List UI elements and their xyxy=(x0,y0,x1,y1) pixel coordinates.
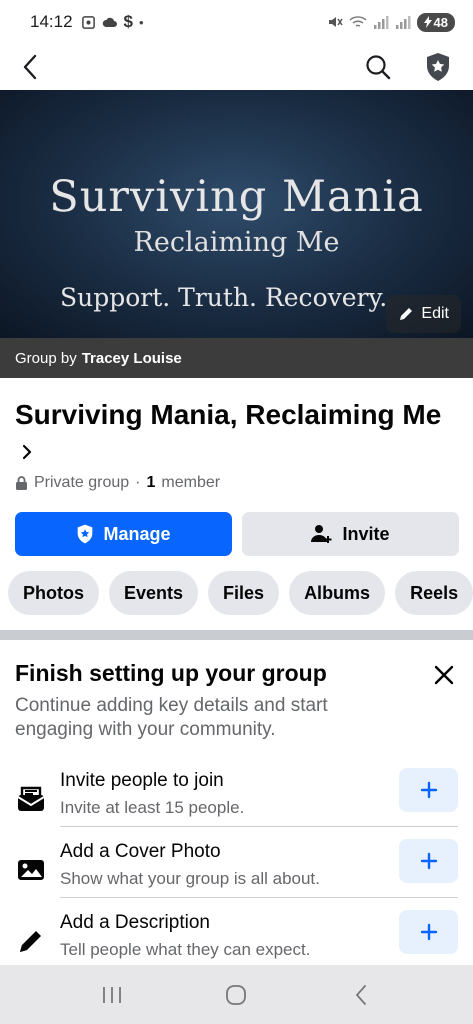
charging-icon xyxy=(423,16,432,28)
status-left: 14:12 $ • xyxy=(30,12,144,32)
battery-level: 48 xyxy=(433,14,448,30)
tab-reels[interactable]: Reels xyxy=(395,571,473,615)
status-right: 48 xyxy=(327,12,455,32)
group-by-bar: Group by Tracey Louise xyxy=(0,338,473,378)
task-add-cover-photo: Add a Cover Photo Show what your group i… xyxy=(0,839,473,905)
manage-button[interactable]: Manage xyxy=(15,512,232,556)
screenshot-icon xyxy=(81,15,95,29)
admin-tools-button[interactable] xyxy=(423,52,453,82)
task-title: Invite people to join xyxy=(60,770,224,791)
pencil-icon xyxy=(400,308,413,320)
member-label: member xyxy=(161,474,221,491)
add-invite-button[interactable] xyxy=(399,768,458,812)
invite-button[interactable]: Invite xyxy=(242,512,459,556)
admin-shield-icon xyxy=(427,53,449,81)
signal-icon-2 xyxy=(395,16,411,29)
task-title: Add a Cover Photo xyxy=(60,841,221,862)
group-name[interactable]: Surviving Mania, Reclaiming Me xyxy=(15,398,455,468)
home-icon xyxy=(226,984,247,1005)
cover-title: Surviving Mania xyxy=(49,172,424,222)
privacy-label: Private group xyxy=(34,474,130,491)
add-description-button[interactable] xyxy=(399,910,458,954)
cover-photo: Surviving Mania Reclaiming Me Support. T… xyxy=(0,90,473,338)
tab-files[interactable]: Files xyxy=(208,571,280,615)
close-icon xyxy=(434,665,454,685)
group-owner-link[interactable]: Tracey Louise xyxy=(82,350,182,367)
section-divider xyxy=(0,630,473,640)
task-subtitle: Show what your group is all about. xyxy=(60,869,320,888)
system-nav-bar xyxy=(0,965,473,1024)
group-name-text: Surviving Mania, Reclaiming Me xyxy=(15,399,442,430)
task-invite-people: Invite people to join Invite at least 15… xyxy=(0,768,473,834)
edit-cover-label: Edit xyxy=(421,305,449,322)
image-icon xyxy=(14,853,48,887)
search-button[interactable] xyxy=(363,52,393,82)
manage-label: Manage xyxy=(103,523,171,544)
pencil-icon xyxy=(14,924,48,958)
cloud-icon xyxy=(102,17,117,27)
tab-events[interactable]: Events xyxy=(109,571,199,615)
setup-description: Continue adding key details and start en… xyxy=(15,695,328,740)
plus-icon xyxy=(420,781,437,799)
tab-photos[interactable]: Photos xyxy=(8,571,99,615)
lock-icon xyxy=(16,476,27,490)
chevron-left-icon xyxy=(355,984,366,1005)
top-nav xyxy=(0,44,473,90)
task-subtitle: Tell people what they can expect. xyxy=(60,940,311,959)
status-bar: 14:12 $ • 48 xyxy=(0,0,473,44)
add-person-icon xyxy=(311,525,332,543)
task-separator xyxy=(60,826,458,827)
cover-tagline: Support. Truth. Recovery. xyxy=(60,283,388,312)
nav-actions xyxy=(363,52,459,82)
search-icon xyxy=(366,55,391,80)
admin-shield-icon xyxy=(78,524,93,544)
invite-label: Invite xyxy=(342,523,390,544)
edit-cover-button[interactable]: Edit xyxy=(386,295,461,333)
meta-separator: · xyxy=(135,474,141,491)
recent-apps-button[interactable] xyxy=(92,975,132,1015)
cover-subtitle: Reclaiming Me xyxy=(133,227,340,258)
task-separator xyxy=(60,897,458,898)
group-meta: Private group · 1 member xyxy=(15,474,220,492)
battery-indicator: 48 xyxy=(416,12,455,32)
currency-icon: $ xyxy=(123,12,134,31)
group-by-prefix: Group by xyxy=(15,349,77,367)
chevron-right-icon xyxy=(21,434,33,468)
task-subtitle: Invite at least 15 people. xyxy=(60,798,245,817)
close-setup-button[interactable] xyxy=(429,660,459,690)
action-buttons: Manage Invite xyxy=(15,512,459,556)
chevron-left-icon xyxy=(23,54,37,80)
mute-icon xyxy=(328,17,343,27)
task-title: Add a Description xyxy=(60,912,210,933)
recent-apps-icon xyxy=(103,986,122,1003)
plus-icon xyxy=(420,923,437,941)
setup-title: Finish setting up your group xyxy=(15,660,327,686)
back-button[interactable] xyxy=(14,51,46,83)
status-time: 14:12 xyxy=(30,12,73,31)
system-back-button[interactable] xyxy=(341,975,381,1015)
group-tabs: Photos Events Files Albums Reels xyxy=(8,571,473,615)
status-notification-icons: $ • xyxy=(81,12,144,32)
envelope-icon xyxy=(14,782,48,816)
home-button[interactable] xyxy=(216,975,256,1015)
dot-icon: • xyxy=(139,14,144,30)
add-cover-photo-button[interactable] xyxy=(399,839,458,883)
plus-icon xyxy=(420,852,437,870)
setup-card: Finish setting up your group Continue ad… xyxy=(0,640,473,965)
signal-icon xyxy=(373,16,389,29)
wifi-icon xyxy=(349,16,366,27)
member-count[interactable]: 1 xyxy=(147,474,156,492)
tab-albums[interactable]: Albums xyxy=(289,571,386,615)
